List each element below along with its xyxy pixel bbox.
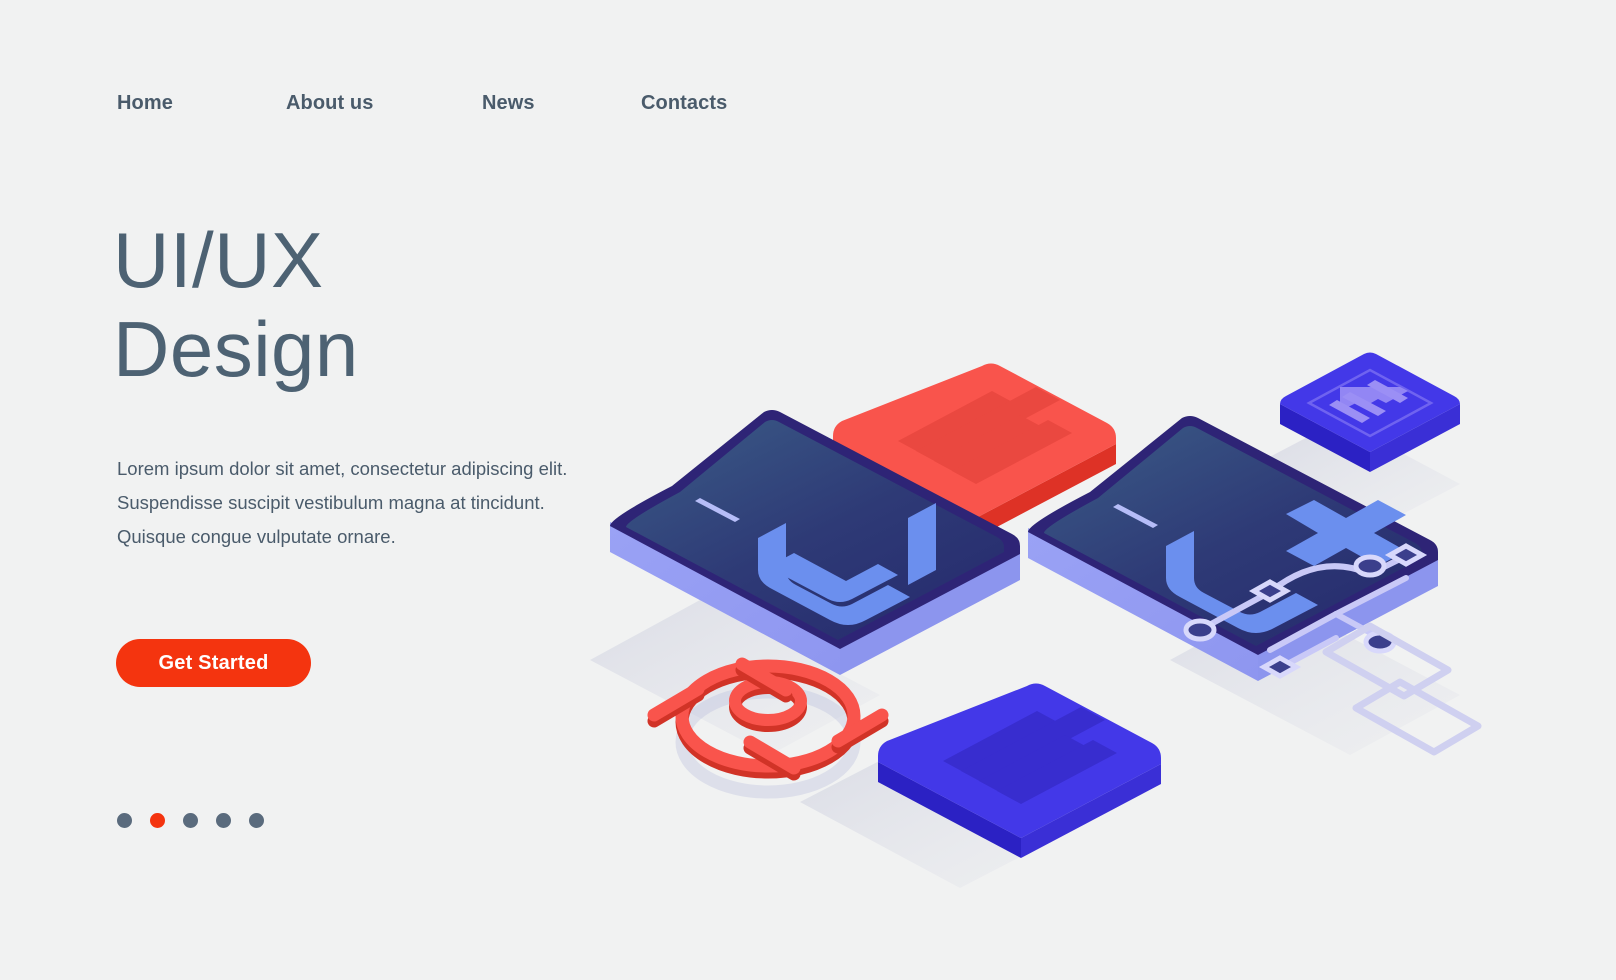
nav-item-contacts[interactable]: Contacts bbox=[641, 92, 727, 115]
nav-item-news[interactable]: News bbox=[482, 92, 641, 115]
carousel-dot-1[interactable] bbox=[117, 813, 132, 828]
hero-illustration bbox=[580, 270, 1580, 890]
get-started-button[interactable]: Get Started bbox=[116, 639, 311, 687]
landing-page: Home About us News Contacts UI/UX Design… bbox=[0, 0, 1616, 980]
nav-item-home[interactable]: Home bbox=[117, 92, 286, 115]
carousel-pagination bbox=[117, 813, 264, 828]
carousel-dot-3[interactable] bbox=[183, 813, 198, 828]
nav-item-about-us[interactable]: About us bbox=[286, 92, 482, 115]
main-navigation: Home About us News Contacts bbox=[117, 92, 727, 115]
carousel-dot-2[interactable] bbox=[150, 813, 165, 828]
carousel-dot-5[interactable] bbox=[249, 813, 264, 828]
carousel-dot-4[interactable] bbox=[216, 813, 231, 828]
